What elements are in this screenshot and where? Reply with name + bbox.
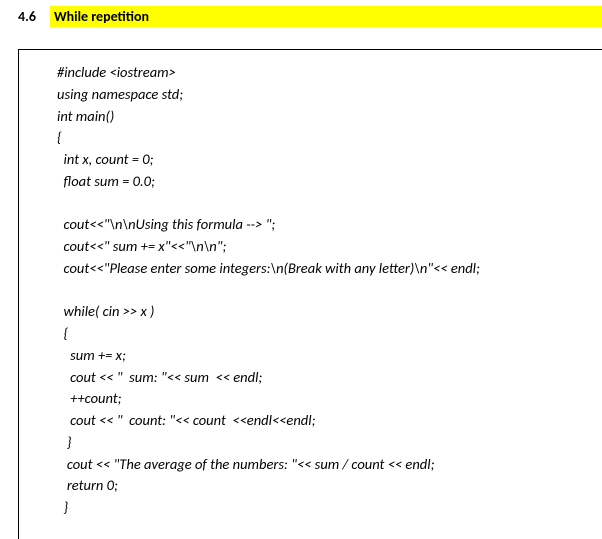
code-line: } [57, 432, 602, 454]
code-line: cout<<"Please enter some integers:\n(Bre… [57, 258, 602, 280]
code-line: int main() [57, 106, 602, 128]
code-line [57, 280, 602, 302]
code-line: ++count; [57, 388, 602, 410]
code-line: cout << "The average of the numbers: "<<… [57, 454, 602, 476]
code-line: int x, count = 0; [57, 149, 602, 171]
code-line: cout<<" sum += x"<<"\n\n"; [57, 236, 602, 258]
code-line: #include <iostream> [57, 62, 602, 84]
code-line: { [57, 127, 602, 149]
section-header: 4.6 While repetition [0, 0, 602, 33]
code-line: cout << " count: "<< count <<endl<<endl; [57, 410, 602, 432]
section-title: While repetition [50, 6, 602, 27]
code-line: return 0; [57, 475, 602, 497]
code-container: #include <iostream> using namespace std;… [18, 49, 602, 539]
code-line: } [57, 497, 602, 519]
section-number: 4.6 [18, 8, 36, 25]
code-line [57, 193, 602, 215]
code-line: float sum = 0.0; [57, 171, 602, 193]
code-line: while( cin >> x ) [57, 301, 602, 323]
code-line: { [57, 323, 602, 345]
code-line: cout << " sum: "<< sum << endl; [57, 367, 602, 389]
code-line: using namespace std; [57, 84, 602, 106]
code-line: cout<<"\n\nUsing this formula --> "; [57, 214, 602, 236]
code-line: sum += x; [57, 345, 602, 367]
